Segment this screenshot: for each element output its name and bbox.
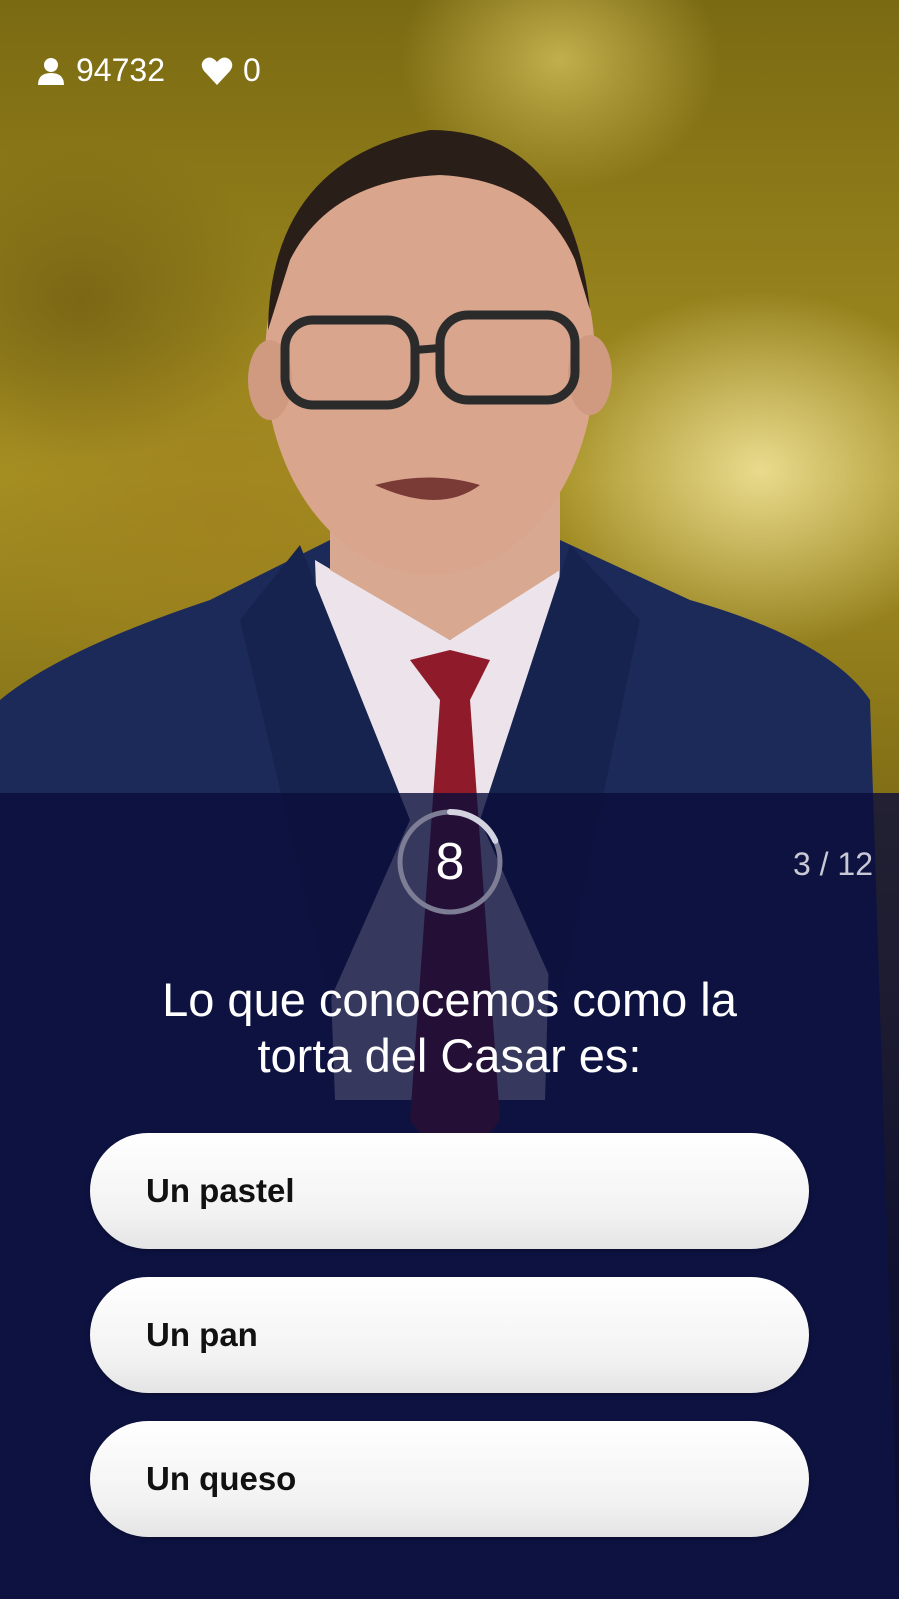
lives-count-value: 0 <box>242 52 261 88</box>
answer-option-1[interactable]: Un pastel <box>90 1133 809 1249</box>
question-text: Lo que conocemos como la torta del Casar… <box>60 972 839 1084</box>
answer-option-3[interactable]: Un queso <box>90 1421 809 1537</box>
viewer-count-value: 94732 <box>76 52 165 88</box>
heart-icon <box>201 56 233 86</box>
timer-value: 8 <box>435 833 465 891</box>
lives-count: 0 <box>201 52 261 89</box>
person-icon <box>36 56 66 86</box>
viewer-count: 94732 <box>36 52 165 89</box>
question-line-1: Lo que conocemos como la <box>162 973 737 1026</box>
live-stats: 94732 0 <box>36 52 261 89</box>
countdown-timer: 8 <box>393 800 513 920</box>
question-line-2: torta del Casar es: <box>257 1029 642 1082</box>
answer-options: Un pastel Un pan Un queso <box>90 1133 809 1537</box>
answer-option-2[interactable]: Un pan <box>90 1277 809 1393</box>
question-progress: 3 / 12 <box>792 846 873 882</box>
